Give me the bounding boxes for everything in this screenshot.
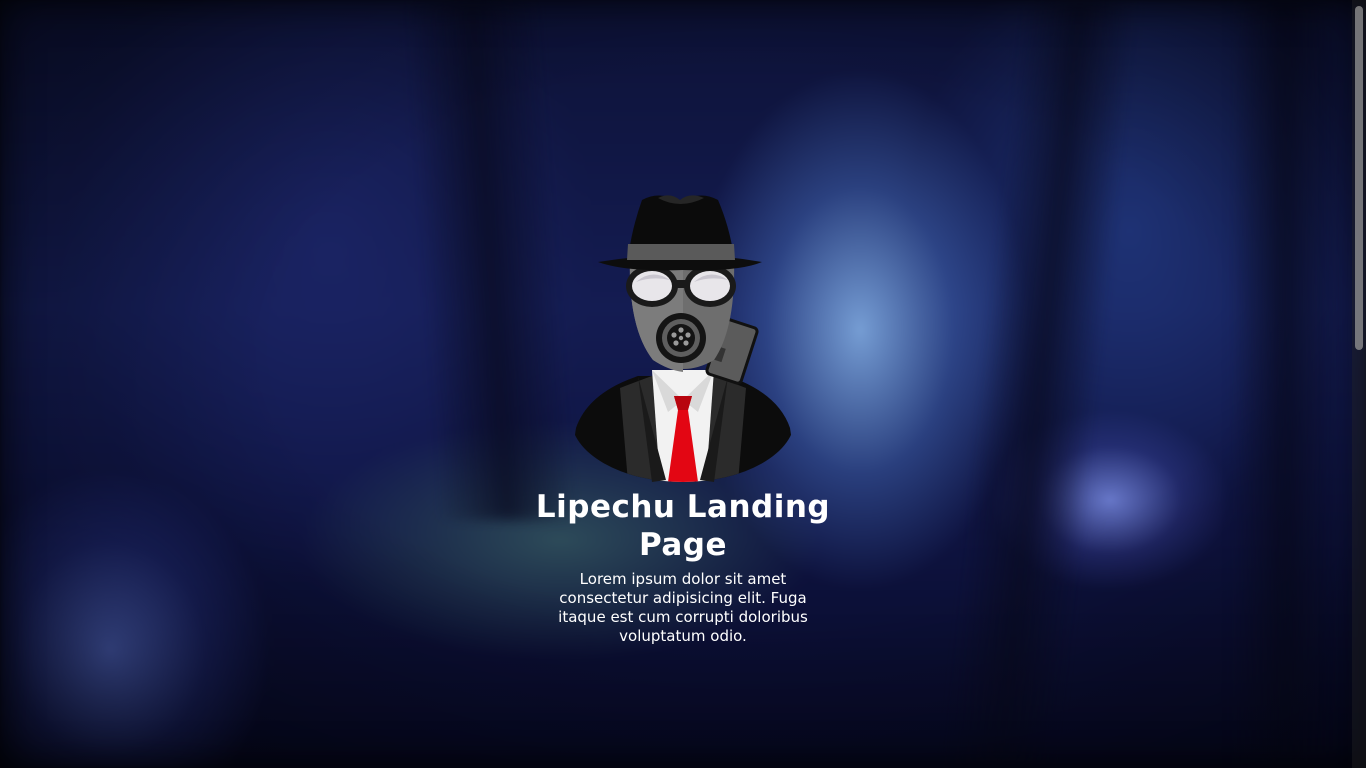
page-description: Lorem ipsum dolor sit amet consectetur a…: [558, 570, 808, 645]
landing-page: Lipechu Landing Page Lorem ipsum dolor s…: [0, 0, 1366, 768]
gas-mask-spy-icon: [571, 195, 795, 482]
fedora-hat: [598, 195, 762, 271]
mask-respirator: [656, 313, 706, 363]
hero-section: Lipechu Landing Page Lorem ipsum dolor s…: [0, 188, 1366, 646]
vertical-scrollbar[interactable]: [1352, 0, 1366, 768]
scrollbar-thumb[interactable]: [1355, 6, 1363, 350]
suit-body: [571, 370, 795, 482]
page-title: Lipechu Landing Page: [535, 489, 831, 563]
